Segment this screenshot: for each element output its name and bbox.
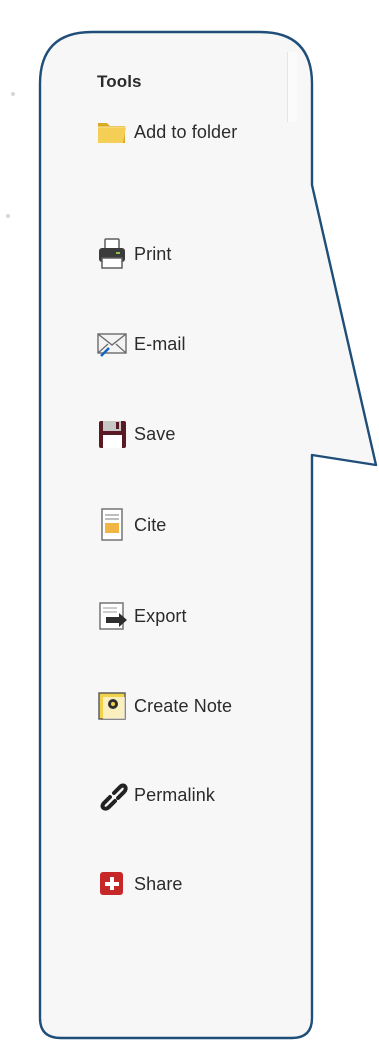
- tool-label: Create Note: [134, 695, 233, 716]
- tool-label: Permalink: [134, 784, 215, 805]
- folder-icon: [92, 112, 132, 152]
- tool-label: Add to folder: [134, 121, 238, 142]
- tool-label: Print: [134, 243, 172, 264]
- tool-label: E-mail: [134, 333, 186, 354]
- tools-callout-screenshot: Tools Add to folder Print E-mail Save Ci…: [0, 0, 379, 1041]
- tool-add-to-folder[interactable]: Add to folder: [92, 110, 237, 154]
- cite-icon: [92, 505, 132, 545]
- tool-label: Save: [134, 423, 176, 444]
- email-icon: [92, 324, 132, 364]
- link-icon: [92, 775, 132, 815]
- share-icon: [92, 864, 132, 904]
- tool-label: Share: [134, 873, 183, 894]
- tool-share[interactable]: Share: [92, 862, 183, 906]
- printer-icon: [92, 234, 132, 274]
- background-mark: [6, 214, 10, 218]
- tool-label: Cite: [134, 514, 167, 535]
- background-mark: [11, 92, 15, 96]
- tool-export[interactable]: Export: [92, 594, 187, 638]
- note-icon: [92, 686, 132, 726]
- tool-save[interactable]: Save: [92, 412, 175, 456]
- tool-permalink[interactable]: Permalink: [92, 773, 215, 817]
- tool-email[interactable]: E-mail: [92, 322, 186, 366]
- tools-title: Tools: [97, 72, 142, 91]
- tool-cite[interactable]: Cite: [92, 503, 166, 547]
- export-icon: [92, 596, 132, 636]
- tool-label: Export: [134, 605, 187, 626]
- save-icon: [92, 414, 132, 454]
- panel-scrollbar[interactable]: [287, 52, 297, 122]
- tool-print[interactable]: Print: [92, 232, 172, 276]
- tool-create-note[interactable]: Create Note: [92, 684, 232, 728]
